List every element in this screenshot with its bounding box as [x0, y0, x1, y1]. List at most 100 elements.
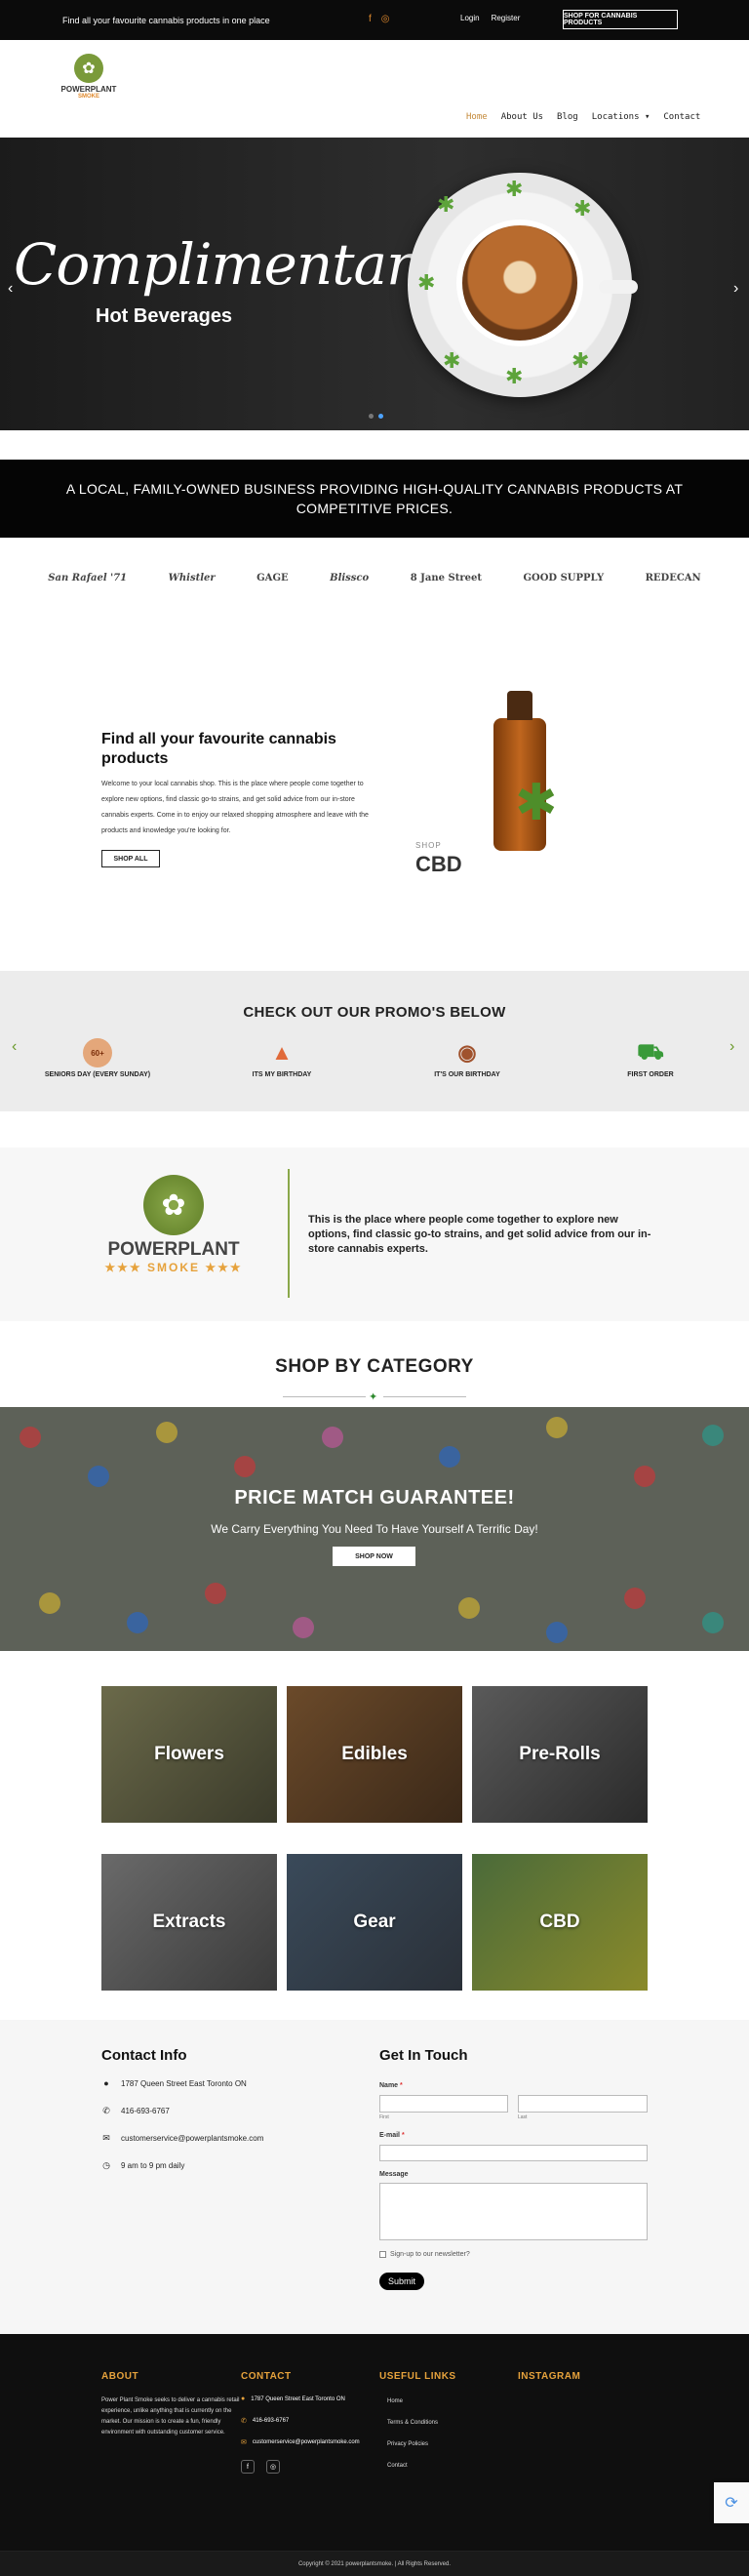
- seniors-badge-icon: 60+: [83, 1038, 112, 1067]
- envelope-icon: ✉: [241, 2439, 247, 2446]
- footer-link-terms[interactable]: Terms & Conditions: [387, 2420, 438, 2426]
- footer-social: f ◎: [241, 2460, 280, 2474]
- contact-email[interactable]: ✉ customerservice@powerplantsmoke.com: [101, 2133, 263, 2144]
- nav-item-contact[interactable]: Contact: [663, 112, 700, 122]
- footer-link-home[interactable]: Home: [387, 2398, 403, 2404]
- first-name-input[interactable]: [379, 2095, 508, 2113]
- shop-label: SHOP: [415, 841, 442, 850]
- title-divider-right: [383, 1396, 466, 1397]
- shop-cannabis-button[interactable]: SHOP FOR CANNABIS PRODUCTS: [563, 10, 678, 29]
- newsletter-checkbox[interactable]: [379, 2251, 386, 2258]
- latte-art: [456, 220, 583, 346]
- register-link[interactable]: Register: [492, 14, 521, 22]
- category-tile-gear[interactable]: Gear: [287, 1854, 462, 1991]
- footer-contact-title: CONTACT: [241, 2371, 292, 2382]
- copyright-bar: Copyright © 2021 powerplantsmoke. | All …: [0, 2551, 749, 2576]
- newsletter-label: Sign-up to our newsletter?: [390, 2251, 470, 2258]
- brand-logo: 8 Jane Street: [410, 572, 482, 584]
- about-text: This is the place where people come toge…: [308, 1214, 651, 1255]
- title-divider-left: [283, 1396, 366, 1397]
- hero-slider: ‹ Complimentary Hot Beverages ✱ ✱ ✱ ✱ ✱ …: [0, 138, 749, 430]
- contact-phone[interactable]: ✆ 416-693-6767: [101, 2106, 170, 2116]
- login-link[interactable]: Login: [460, 14, 480, 22]
- shop-now-button[interactable]: SHOP NOW: [333, 1547, 415, 1566]
- nav-item-about[interactable]: About Us: [501, 112, 543, 122]
- recaptcha-badge-icon[interactable]: ⟳: [714, 2482, 749, 2523]
- last-name-input[interactable]: [518, 2095, 648, 2113]
- promo-item[interactable]: ⛟ FIRST ORDER: [592, 1038, 709, 1079]
- category-tile-cbd[interactable]: CBD: [472, 1854, 648, 1991]
- slider-dots: [369, 414, 383, 419]
- promo-next-icon[interactable]: ›: [729, 1038, 734, 1056]
- submit-button[interactable]: Submit: [379, 2273, 424, 2290]
- cannabis-leaf-icon: ✱: [443, 348, 461, 373]
- facebook-icon[interactable]: f: [369, 14, 372, 24]
- promo-item[interactable]: 60+ SENIORS DAY (EVERY SUNDAY): [39, 1038, 156, 1078]
- footer-phone-text: 416-693-6767: [252, 2418, 290, 2424]
- shop-all-button[interactable]: SHOP ALL: [101, 850, 160, 867]
- slider-prev-icon[interactable]: ‹: [8, 280, 13, 298]
- tile-label: Pre-Rolls: [519, 1744, 601, 1764]
- promo-prev-icon[interactable]: ‹: [12, 1038, 17, 1056]
- vertical-divider: [288, 1169, 290, 1298]
- footer-email-text: customerservice@powerplantsmoke.com: [252, 2439, 360, 2445]
- footer-instagram-title: INSTAGRAM: [518, 2371, 580, 2382]
- email-field[interactable]: [379, 2145, 648, 2161]
- nav-item-locations[interactable]: Locations ▾: [592, 112, 650, 122]
- cannabis-leaf-icon: ✱: [515, 775, 558, 831]
- footer-instagram-title-text: INSTAGRAM: [518, 2371, 581, 2382]
- message-label: Message: [379, 2171, 409, 2178]
- promo-item[interactable]: ◉ IT'S OUR BIRTHDAY: [409, 1038, 526, 1078]
- leaf-icon: ✦: [369, 1391, 378, 1403]
- footer-about-title-text: ABOUT: [101, 2371, 139, 2382]
- brand-logo: San Rafael '71: [48, 572, 128, 584]
- banner-line-1: A LOCAL, FAMILY-OWNED BUSINESS PROVIDING…: [65, 481, 684, 497]
- message-textarea[interactable]: [379, 2183, 648, 2240]
- party-hat-icon: ▲: [271, 1040, 293, 1065]
- footer-email[interactable]: ✉ customerservice@powerplantsmoke.com: [241, 2438, 360, 2446]
- instagram-icon[interactable]: ◎: [266, 2460, 280, 2474]
- nav-item-home[interactable]: Home: [466, 112, 488, 122]
- brand-logo: REDECAN: [645, 572, 701, 584]
- promo-item[interactable]: ▲ ITS MY BIRTHDAY: [223, 1038, 340, 1078]
- footer-contact-title-text: CONTACT: [241, 2371, 292, 2382]
- cannabis-leaf-icon: ✱: [572, 348, 590, 373]
- slider-dot[interactable]: [369, 414, 374, 419]
- instagram-icon[interactable]: ◎: [381, 14, 390, 24]
- top-bar-message: Find all your favourite cannabis product…: [62, 15, 270, 25]
- map-pin-icon: ●: [241, 2395, 246, 2402]
- auth-links: Login Register: [460, 14, 520, 22]
- banner-line-2: COMPETITIVE PRICES.: [296, 501, 453, 516]
- cart-icon: ⛟: [637, 1038, 664, 1064]
- intro-title: Find all your favourite cannabis product…: [101, 731, 336, 767]
- hero-subtitle: Hot Beverages: [96, 305, 233, 327]
- slider-next-icon[interactable]: ›: [733, 280, 738, 298]
- price-match-banner: PRICE MATCH GUARANTEE! We Carry Everythi…: [0, 1407, 749, 1651]
- slider-dot-active[interactable]: [378, 414, 383, 419]
- category-tile-pre-rolls[interactable]: Pre-Rolls: [472, 1686, 648, 1823]
- newsletter-option[interactable]: Sign-up to our newsletter?: [379, 2251, 470, 2258]
- site-logo[interactable]: ✿ POWERPLANT SMOKE: [59, 54, 119, 100]
- cannabis-leaf-icon: ✱: [437, 192, 455, 217]
- nav-item-blog[interactable]: Blog: [557, 112, 578, 122]
- category-tile-extracts[interactable]: Extracts: [101, 1854, 277, 1991]
- footer-about-title: ABOUT: [101, 2371, 138, 2382]
- category-tile-edibles[interactable]: Edibles: [287, 1686, 462, 1823]
- tile-label: Gear: [353, 1912, 396, 1932]
- facebook-icon[interactable]: f: [241, 2460, 255, 2474]
- footer-phone[interactable]: ✆ 416-693-6767: [241, 2417, 289, 2425]
- footer-link-privacy[interactable]: Privacy Policies: [387, 2441, 428, 2447]
- footer-link-contact[interactable]: Contact: [387, 2463, 408, 2469]
- category-tile-flowers[interactable]: Flowers: [101, 1686, 277, 1823]
- map-pin-icon: ●: [103, 2078, 109, 2088]
- required-mark: *: [401, 2132, 405, 2139]
- brand-logo: GOOD SUPPLY: [523, 572, 605, 584]
- cup-handle: [599, 280, 638, 294]
- about-section: ✿ POWERPLANT ★★★ SMOKE ★★★ This is the p…: [0, 1147, 749, 1321]
- intro-body: Welcome to your local cannabis shop. Thi…: [101, 781, 369, 834]
- footer-about-text: Power Plant Smoke seeks to deliver a can…: [101, 2397, 240, 2435]
- nav-item-locations-label: Locations: [591, 112, 640, 122]
- address-text: 1787 Queen Street East Toronto ON: [121, 2078, 247, 2088]
- email-label-text: E-mail: [379, 2132, 401, 2139]
- contact-address: ● 1787 Queen Street East Toronto ON: [101, 2078, 247, 2088]
